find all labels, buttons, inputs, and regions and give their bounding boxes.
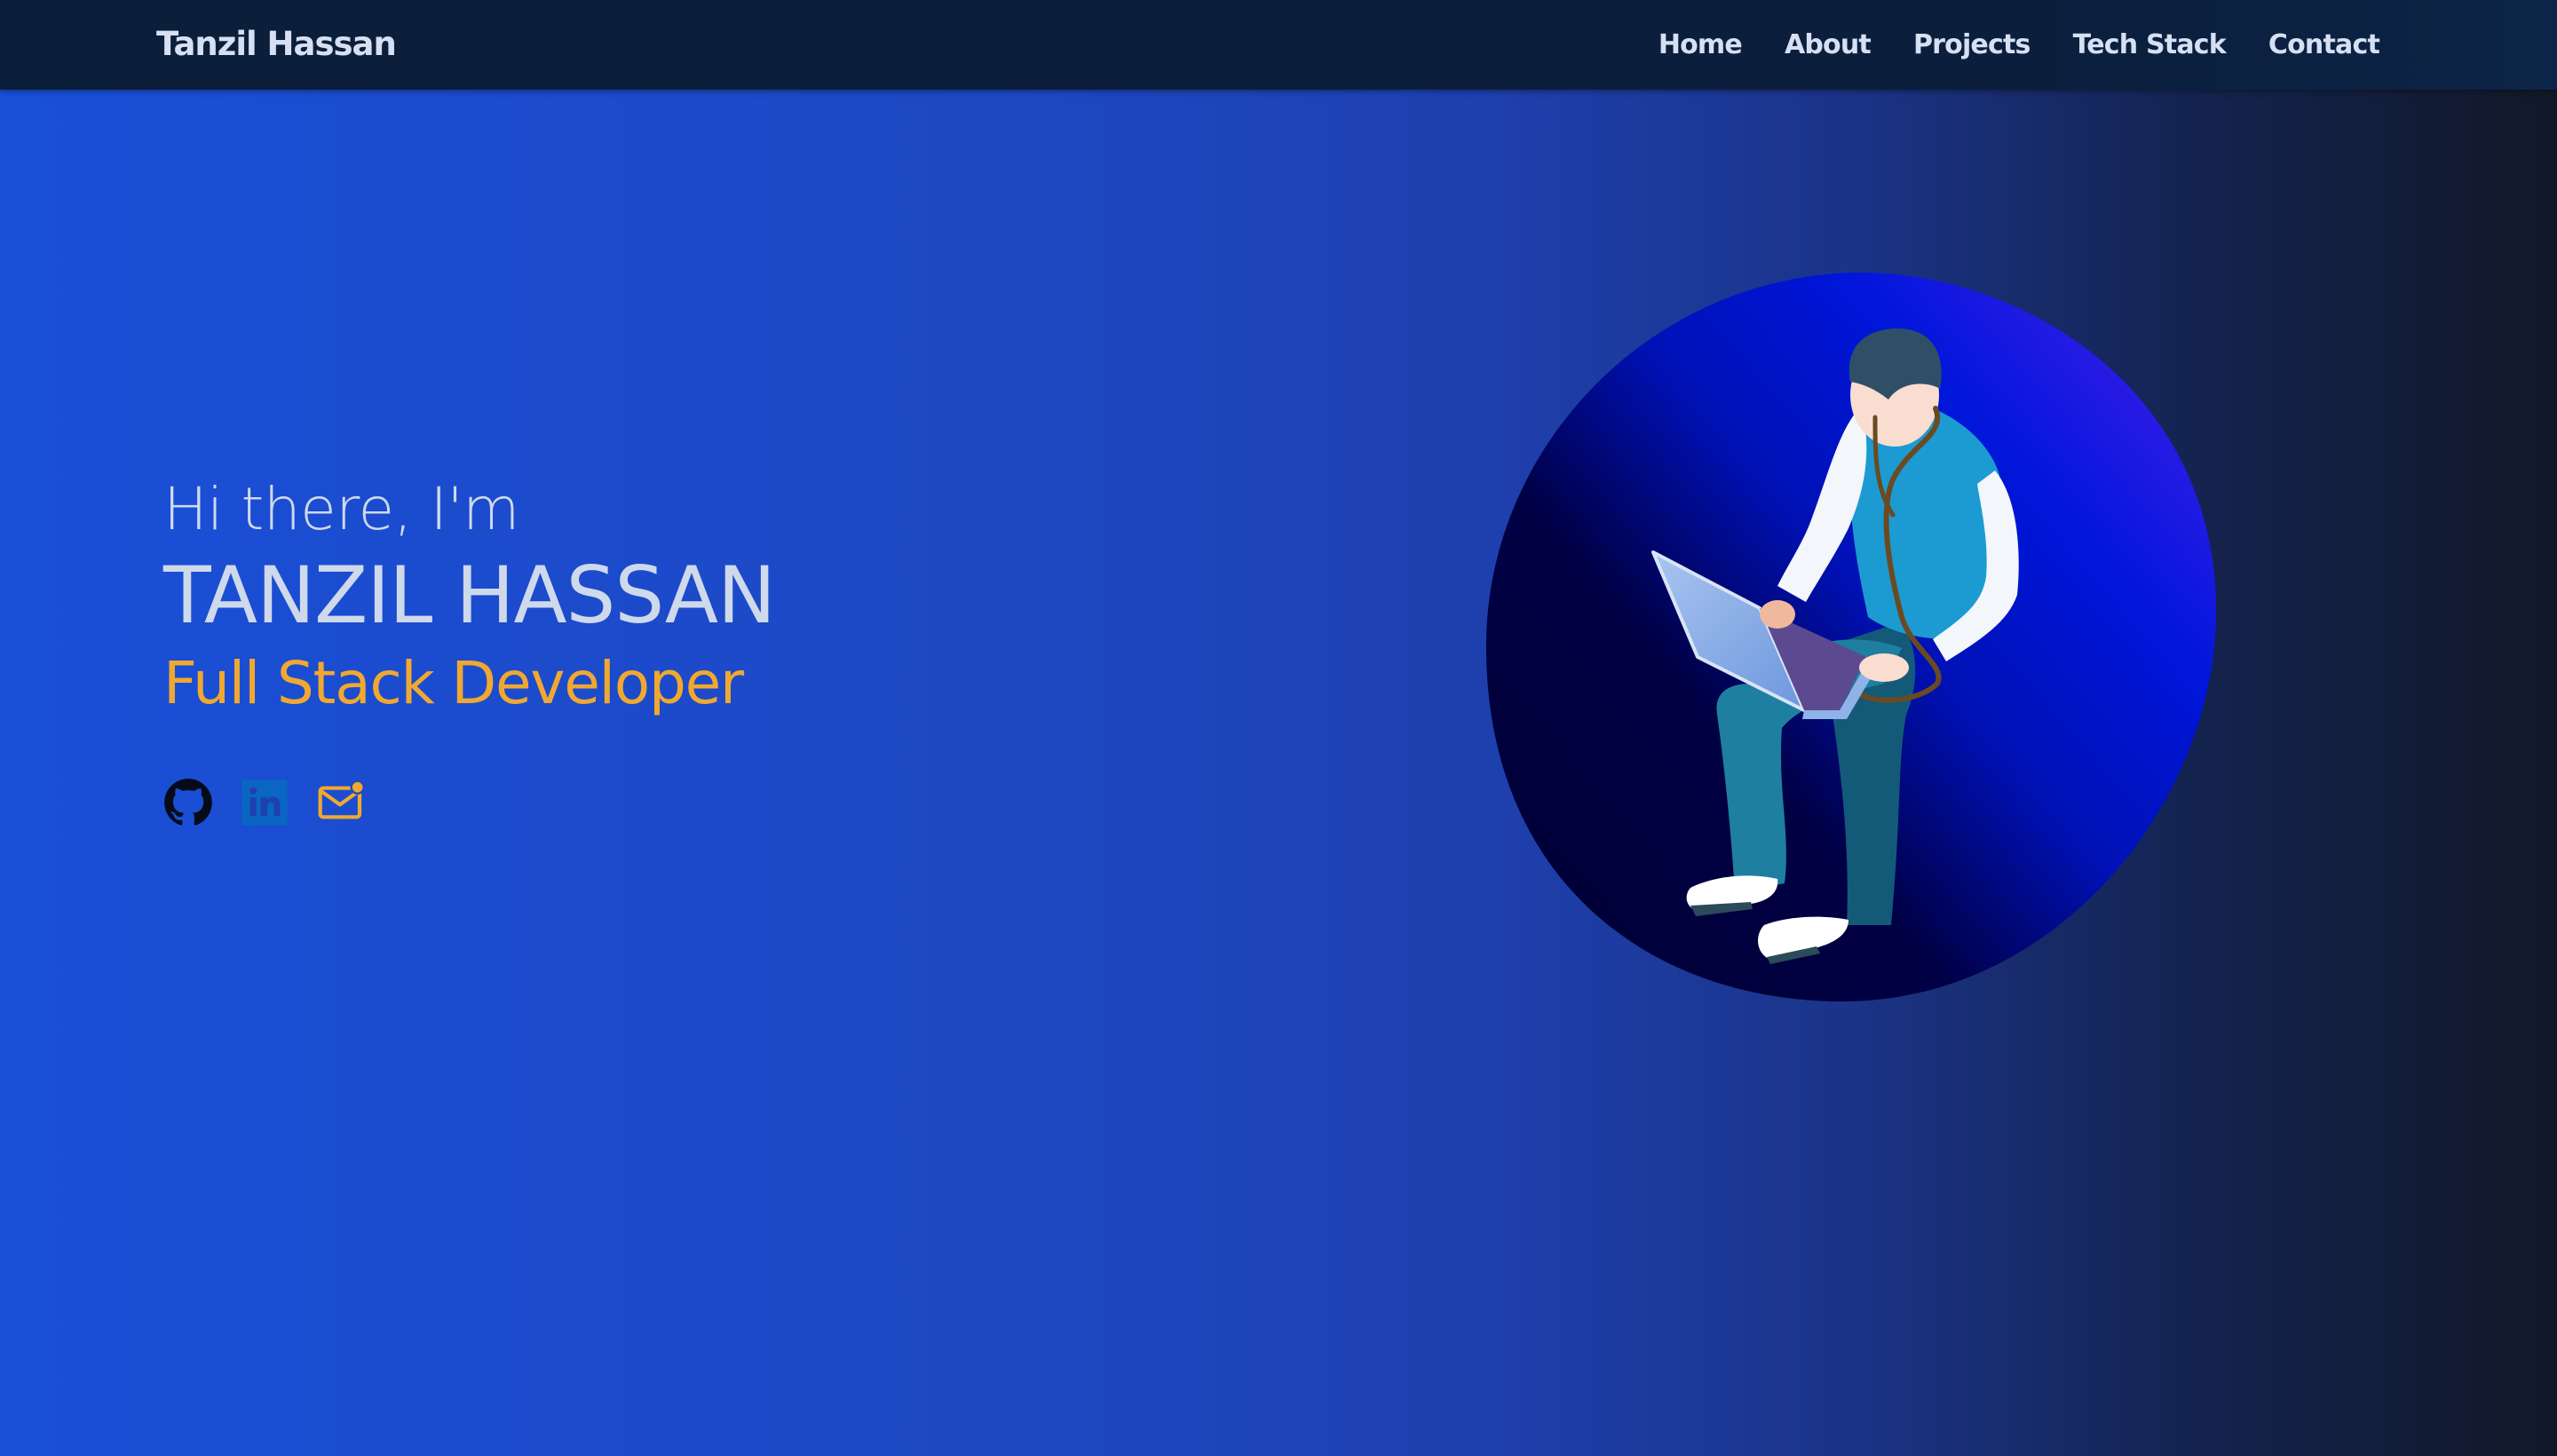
nav-link-projects[interactable]: Projects xyxy=(1913,29,2031,60)
nav-link-tech-stack[interactable]: Tech Stack xyxy=(2073,29,2227,60)
hero-name: TANZIL HASSAN xyxy=(163,550,776,641)
github-icon[interactable] xyxy=(163,778,213,827)
linkedin-icon[interactable] xyxy=(240,778,289,827)
nav-link-about[interactable]: About xyxy=(1785,29,1872,60)
nav-link-home[interactable]: Home xyxy=(1658,29,1743,60)
nav-links: Home About Projects Tech Stack Contact xyxy=(1658,21,2380,67)
navbar: Tanzil Hassan Home About Projects Tech S… xyxy=(0,0,2557,90)
brand-logo[interactable]: Tanzil Hassan xyxy=(156,21,397,67)
hero-role: Full Stack Developer xyxy=(163,649,744,717)
developer-laptop-illustration xyxy=(1484,266,2218,1003)
nav-link-contact[interactable]: Contact xyxy=(2268,29,2380,60)
hero-greeting: Hi there, I'm xyxy=(163,475,519,543)
hero-section: Hi there, I'm TANZIL HASSAN Full Stack D… xyxy=(163,469,776,724)
mail-icon[interactable] xyxy=(316,778,366,827)
social-links xyxy=(163,778,366,827)
